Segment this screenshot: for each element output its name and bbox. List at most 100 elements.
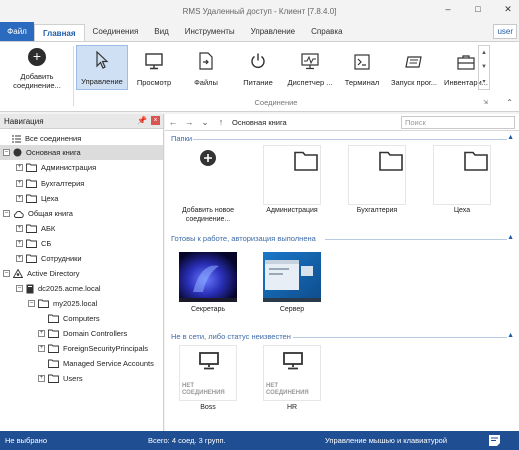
power-button[interactable]: Питание (232, 45, 284, 90)
folder-icon (48, 344, 59, 353)
tree-item-employees[interactable]: + Сотрудники (16, 251, 82, 266)
menu-bar: Файл Главная Соединения Вид Инструменты … (0, 22, 519, 42)
tree-item-computers[interactable]: Computers (48, 311, 100, 326)
tree-item-workshops[interactable]: + Цеха (16, 191, 58, 206)
folder-icon (26, 239, 37, 248)
tree-item-active-directory[interactable]: – Active Directory (3, 266, 80, 281)
pin-icon[interactable]: 📌 (137, 116, 147, 125)
collapse-toggle[interactable]: – (3, 270, 10, 277)
tree-item-users[interactable]: + Users (38, 371, 83, 386)
screen-thumbnail-secretary[interactable] (179, 252, 237, 302)
ready-section-title: Готовы к работе, авторизация выполнена (171, 234, 316, 243)
close-panel-icon[interactable]: × (151, 116, 160, 125)
view-button[interactable]: Просмотр (128, 45, 180, 90)
close-button[interactable]: ✕ (503, 4, 513, 15)
folder-icon (26, 224, 37, 233)
more-icon[interactable]: ▾ (482, 78, 485, 85)
collapse-toggle[interactable]: – (3, 210, 10, 217)
tree-item-sb[interactable]: + СБ (16, 236, 51, 251)
add-circle-icon (200, 150, 216, 166)
offline-badge: НЕТ СОЕДИНЕНИЯ (266, 383, 309, 396)
group-launcher-icon[interactable]: ⇲ (483, 99, 488, 106)
run-program-label: Запуск прог... (390, 78, 438, 87)
screen-thumbnail-secretary-label: Секретарь (190, 306, 226, 313)
tab-view[interactable]: Вид (146, 22, 176, 41)
screen-thumbnail-server[interactable] (263, 252, 321, 302)
collapse-toggle[interactable]: – (3, 149, 10, 156)
expand-toggle[interactable]: + (16, 225, 23, 232)
forward-arrow-icon[interactable]: → (181, 117, 197, 127)
collapse-section-icon[interactable]: ▲ (507, 134, 514, 141)
collapse-section-icon[interactable]: ▲ (507, 234, 514, 241)
terminal-button[interactable]: Терминал (336, 45, 388, 90)
chevron-down-icon[interactable]: ▼ (481, 64, 487, 70)
status-selection: Не выбрано (5, 436, 47, 445)
tree-item-administration[interactable]: + Администрация (16, 160, 96, 175)
expand-toggle[interactable]: + (38, 375, 45, 382)
run-program-button[interactable]: Запуск прог... (388, 45, 440, 90)
tree-item-domain-controller[interactable]: – dc2025.acme.local (16, 281, 101, 296)
expand-toggle[interactable]: + (16, 164, 23, 171)
ribbon-scroll[interactable]: ▲ ▼ ▾ (478, 45, 490, 90)
tree-item-abk[interactable]: + АБК (16, 221, 55, 236)
tree-item-all-connections[interactable]: Все соединения (12, 131, 81, 146)
tree-item-main-book[interactable]: – Основная книга (0, 145, 163, 160)
expand-toggle[interactable]: + (38, 330, 45, 337)
folder-icon (26, 254, 37, 263)
tab-home[interactable]: Главная (34, 24, 85, 41)
offline-tile-hr[interactable]: НЕТ СОЕДИНЕНИЯ (263, 345, 321, 401)
ribbon-group-label: Соединение (254, 98, 298, 107)
desktop-thumbnail (263, 252, 321, 302)
expand-toggle[interactable]: + (16, 195, 23, 202)
tree-item-managed-service-accounts[interactable]: Managed Service Accounts (48, 356, 154, 371)
files-button[interactable]: Файлы (180, 45, 232, 90)
offline-tile-boss-label: Boss (200, 404, 216, 411)
tab-management[interactable]: Управление (243, 22, 303, 41)
offline-tile-boss[interactable]: НЕТ СОЕДИНЕНИЯ (179, 345, 237, 401)
tab-tools[interactable]: Инструменты (177, 22, 243, 41)
collapse-toggle[interactable]: – (28, 300, 35, 307)
window-title: RMS Удаленный доступ - Клиент [7.8.4.0] (182, 6, 337, 16)
folder-icon (26, 163, 37, 172)
up-arrow-icon[interactable]: ↑ (213, 117, 229, 127)
add-connection-tile[interactable] (179, 145, 237, 205)
folders-section-title: Папки (171, 134, 193, 143)
expand-toggle[interactable]: + (16, 180, 23, 187)
folder-tile-administration[interactable] (263, 145, 321, 205)
power-label: Питание (243, 78, 273, 87)
folder-icon (294, 151, 318, 171)
tab-help[interactable]: Справка (303, 22, 350, 41)
task-manager-label: Диспетчер ... (287, 78, 333, 87)
maximize-button[interactable]: □ (473, 4, 483, 15)
tree-item-shared-book[interactable]: – Общая книга (3, 206, 73, 221)
folder-tile-accounting[interactable] (348, 145, 406, 205)
folder-tile-workshops[interactable] (433, 145, 491, 205)
expand-toggle[interactable]: + (16, 240, 23, 247)
address-path[interactable]: Основная книга (230, 116, 398, 129)
monitor-icon (199, 352, 219, 370)
collapse-ribbon-icon[interactable]: ⌃ (506, 98, 513, 107)
back-arrow-icon[interactable]: ← (165, 117, 181, 127)
chevron-up-icon[interactable]: ▲ (481, 50, 487, 56)
add-connection-label: Добавить соединение... (13, 72, 61, 90)
expand-toggle[interactable]: + (16, 255, 23, 262)
history-dropdown-icon[interactable]: ⌄ (197, 117, 213, 128)
search-input[interactable]: Поиск (401, 116, 515, 129)
tab-connections[interactable]: Соединения (85, 22, 147, 41)
files-label: Файлы (194, 78, 218, 87)
ribbon: + Добавить соединение... Управление Прос… (0, 42, 519, 112)
screen-thumbnail-server-label: Сервер (279, 306, 305, 313)
add-connection-button[interactable]: + Добавить соединение... (6, 48, 68, 90)
task-manager-button[interactable]: Диспетчер ... (284, 45, 336, 90)
collapse-toggle[interactable]: – (16, 285, 23, 292)
tree-item-accounting[interactable]: + Бухгалтерия (16, 176, 84, 191)
control-button[interactable]: Управление (76, 45, 128, 90)
collapse-section-icon[interactable]: ▲ (507, 332, 514, 339)
expand-toggle[interactable]: + (38, 345, 45, 352)
tree-item-domain-controllers[interactable]: + Domain Controllers (38, 326, 127, 341)
tree-item-foreign-security-principals[interactable]: + ForeignSecurityPrincipals (38, 341, 148, 356)
tree-item-domain[interactable]: – my2025.local (28, 296, 97, 311)
minimize-button[interactable]: – (443, 4, 453, 15)
user-badge[interactable]: user (493, 24, 517, 39)
menu-file[interactable]: Файл (0, 22, 34, 41)
